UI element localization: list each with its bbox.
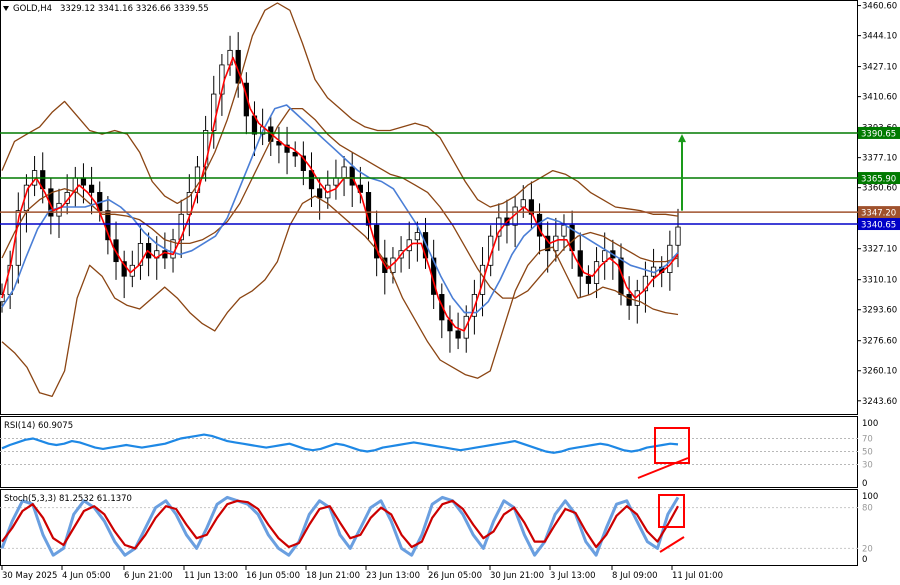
candle	[292, 141, 298, 167]
candle	[105, 196, 111, 255]
candle	[341, 156, 347, 197]
candle-body	[341, 166, 347, 179]
candle-body	[561, 224, 567, 237]
candle-body	[80, 177, 87, 186]
candle-body	[553, 235, 559, 252]
candle	[496, 203, 502, 251]
price-tick-label: 3410.60	[862, 93, 897, 103]
time-tick-label: 11 Jul 01:00	[672, 571, 723, 581]
stoch-label: Stoch(5,3,3) 81.2532 61.1370	[4, 494, 132, 504]
level-tag-label: 3390.65	[861, 129, 896, 139]
price-tick-label: 3327.10	[862, 245, 897, 255]
candle	[365, 181, 372, 240]
price-tick-label: 3444.10	[862, 32, 897, 42]
rsi-tick-top: 100	[862, 419, 878, 429]
candle-body	[520, 199, 526, 208]
candle-body	[88, 184, 95, 193]
time-tick-label: 18 Jun 21:00	[306, 571, 360, 581]
price-tick-label: 3427.10	[862, 63, 897, 73]
candle	[284, 126, 290, 175]
candle-body	[585, 275, 592, 284]
main-plot	[0, 2, 858, 398]
rsi-line	[1, 433, 679, 454]
candle-body	[626, 294, 632, 306]
time-tick-label: 30 Jun 21:00	[490, 571, 544, 581]
time-tick-label: 8 Jul 09:00	[612, 571, 658, 581]
candle	[439, 283, 445, 339]
price-tick-label: 3243.60	[862, 397, 897, 407]
time-tick-label: 26 Jun 05:00	[428, 571, 482, 581]
candle	[186, 174, 192, 237]
level-tag-label: 3347.20	[861, 209, 896, 219]
candle	[602, 232, 608, 280]
price-tick-label: 3460.60	[862, 2, 897, 12]
rsi-tick-bottom: 0	[862, 479, 867, 489]
bollinger-middle-line	[1, 107, 679, 299]
price-axis: 3460.603444.103427.103410.603393.603377.…	[858, 2, 900, 407]
rsi-level-label: 50	[862, 448, 873, 458]
stoch-plot: 80 20	[0, 494, 873, 557]
price-tick-label: 3310.10	[862, 276, 897, 286]
candle	[15, 192, 21, 284]
chart-header: GOLD,H4 3329.12 3341.16 3326.66 3339.55	[3, 4, 209, 14]
candle	[211, 75, 217, 149]
candle	[561, 214, 567, 251]
candle	[145, 232, 152, 277]
stoch-tick-top: 100	[862, 492, 878, 502]
candle	[585, 265, 592, 295]
candle-body	[56, 202, 62, 217]
level-tag-label: 3340.65	[861, 221, 896, 231]
candle	[56, 188, 62, 238]
candle	[455, 312, 461, 350]
candle	[121, 250, 127, 299]
stoch-main-line	[0, 495, 680, 557]
time-tick-label: 16 Jun 05:00	[246, 571, 300, 581]
time-tick-label: 6 Jun 21:00	[124, 571, 173, 581]
bollinger-lower-line	[1, 195, 679, 398]
time-tick-label: 30 May 2025	[2, 571, 57, 581]
time-tick-label: 3 Jul 13:00	[550, 571, 596, 581]
candle-body	[455, 330, 461, 339]
candle-body	[675, 226, 681, 246]
price-tick-label: 3360.60	[862, 184, 897, 194]
candle	[447, 305, 453, 353]
price-tick-label: 3293.60	[862, 306, 897, 316]
stoch-level-label: 80	[862, 504, 873, 514]
candle	[512, 196, 518, 248]
rsi-level-label: 70	[862, 435, 873, 445]
arrow-head-icon	[678, 134, 686, 143]
price-tick-label: 3377.10	[862, 154, 897, 164]
rsi-level-label: 30	[862, 461, 873, 471]
price-tick-label: 3260.10	[862, 367, 897, 377]
rsi-plot: 70 50 30	[0, 427, 873, 479]
ohlc-readout: 3329.12 3341.16 3326.66 3339.55	[60, 4, 209, 14]
candle	[64, 174, 70, 215]
candle	[31, 156, 38, 197]
candle-body	[349, 166, 355, 186]
rsi-trendline	[637, 457, 689, 479]
time-tick-label: 23 Jun 13:00	[366, 571, 420, 581]
candle-body	[414, 232, 420, 241]
triangle-down-icon[interactable]	[3, 6, 9, 11]
candle-body	[317, 188, 323, 199]
chart-canvas[interactable]: GOLD,H4 3329.12 3341.16 3326.66 3339.55 …	[0, 0, 900, 585]
price-tick-label: 3276.60	[862, 337, 897, 347]
level-tag-label: 3365.90	[861, 175, 896, 185]
main-panel[interactable]	[0, 0, 858, 415]
time-tick-label: 11 Jun 13:00	[184, 571, 238, 581]
candle-body	[333, 177, 339, 186]
time-axis: 30 May 2025 4 Jun 05:00 6 Jun 21:00 11 Jun …	[1, 566, 723, 581]
candle	[528, 181, 535, 229]
time-tick-label: 4 Jun 05:00	[62, 571, 111, 581]
candle	[178, 199, 184, 258]
candle	[333, 159, 339, 200]
ma-fast-line	[1, 56, 679, 332]
stoch-trendline	[659, 536, 685, 553]
ma-slow-line	[1, 104, 679, 314]
candle	[137, 225, 144, 280]
rsi-label: RSI(14) 60.9075	[4, 421, 73, 431]
stoch-tick-bottom: 0	[862, 555, 867, 565]
symbol-label: GOLD,H4	[13, 4, 52, 14]
stoch-level-label: 20	[862, 544, 873, 554]
